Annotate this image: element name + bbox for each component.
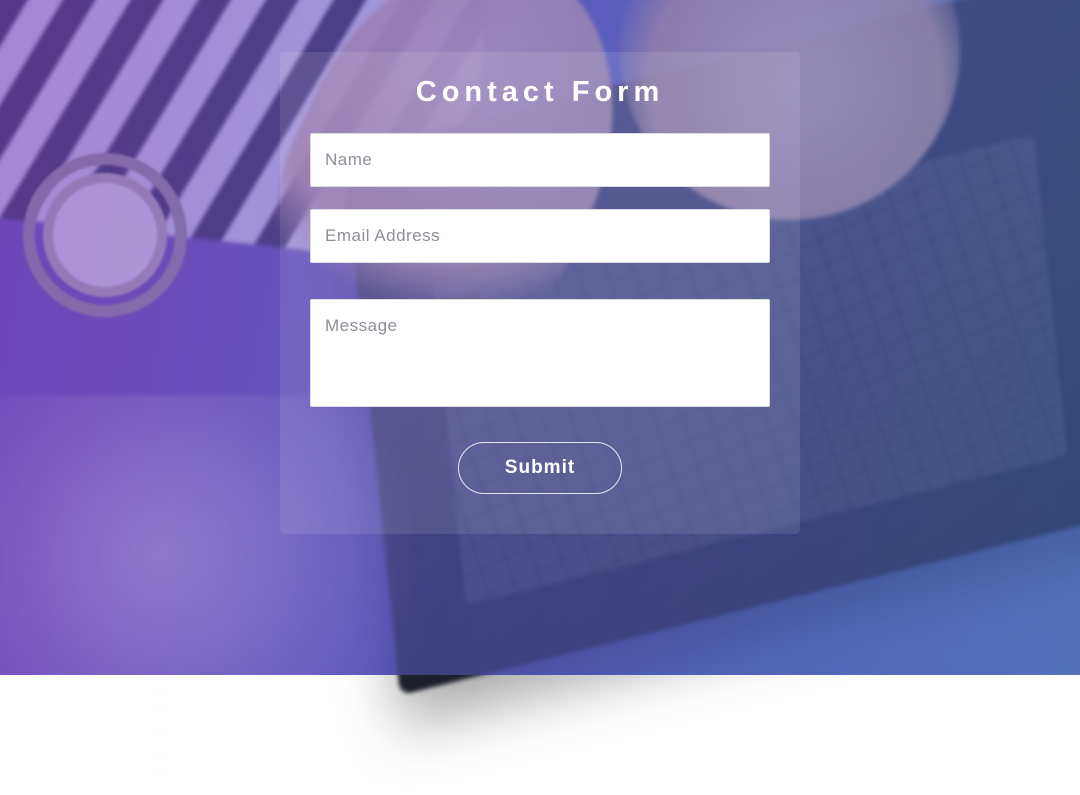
name-field[interactable] [310,133,770,187]
email-field[interactable] [310,209,770,263]
submit-button[interactable]: Submit [458,442,622,494]
contact-form-card: Contact Form Submit [280,52,800,534]
submit-row: Submit [310,442,770,494]
message-field[interactable] [310,299,770,407]
form-title: Contact Form [310,76,770,109]
